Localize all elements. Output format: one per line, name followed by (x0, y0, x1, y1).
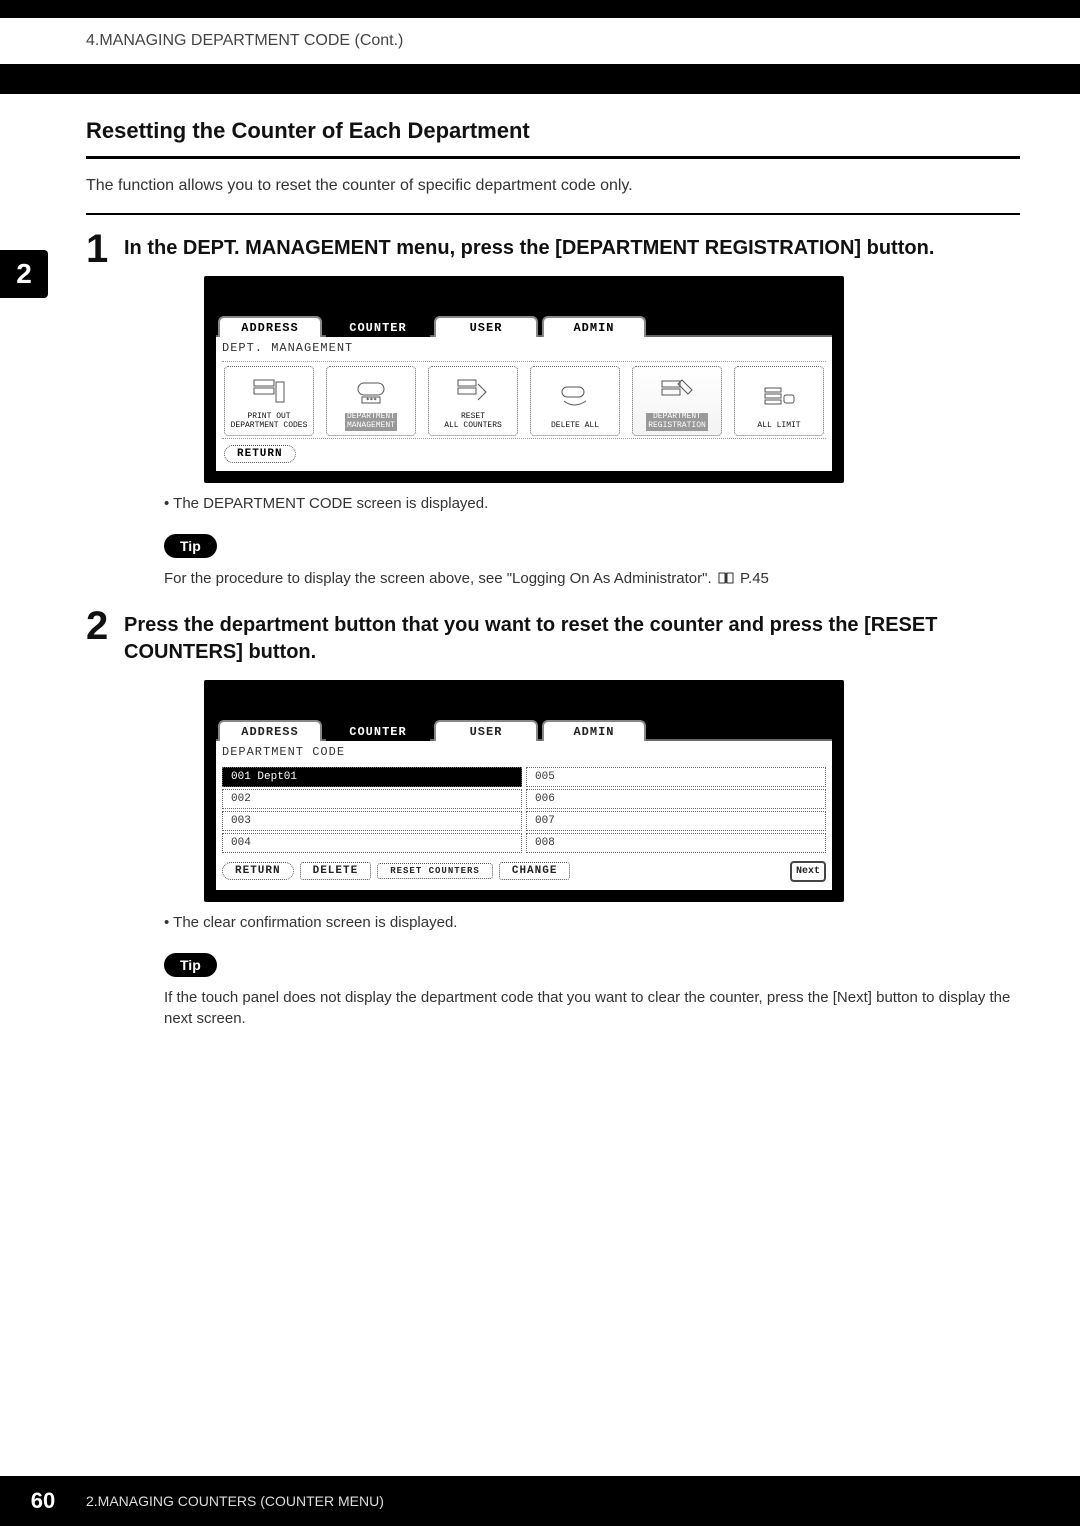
tip-text-1a: For the procedure to display the screen … (164, 570, 716, 587)
tab-address[interactable]: ADDRESS (218, 316, 322, 337)
dept-list: 001 Dept01 005 002 006 003 007 004 008 (222, 765, 826, 857)
btn-all-limit-label: ALL LIMIT (757, 422, 800, 431)
step-1-bullet: The DEPARTMENT CODE screen is displayed. (164, 495, 1020, 512)
register-icon (660, 371, 694, 413)
step-2-body: Press the department button that you wan… (124, 612, 1020, 1029)
content: Resetting the Counter of Each Department… (0, 94, 1080, 1029)
tab-address-2[interactable]: ADDRESS (218, 720, 322, 741)
btn-reset-all-label: RESET ALL COUNTERS (444, 413, 502, 431)
tab-admin[interactable]: ADMIN (542, 316, 646, 337)
tab-counter[interactable]: COUNTER (326, 316, 430, 337)
step-1-number: 1 (86, 229, 108, 269)
tab-row-2: ADDRESS COUNTER USER ADMIN (216, 720, 832, 741)
dept-003[interactable]: 003 (222, 811, 522, 831)
footer-text: 2.MANAGING COUNTERS (COUNTER MENU) (86, 1493, 384, 1509)
btn-print-out-codes[interactable]: PRINT OUT DEPARTMENT CODES (224, 366, 314, 436)
chapter-number: 2 (16, 258, 32, 290)
chapter-tab: 2 (0, 250, 48, 298)
btn-delete-all[interactable]: DELETE ALL (530, 366, 620, 436)
dept-008[interactable]: 008 (526, 833, 826, 853)
return-button-2[interactable]: RETURN (222, 862, 294, 880)
btn-dept-management[interactable]: *** DEPARTMENT MANAGEMENT (326, 366, 416, 436)
btn-reset-all-counters[interactable]: RESET ALL COUNTERS (428, 366, 518, 436)
book-icon (718, 569, 734, 590)
step-2-bullet: The clear confirmation screen is display… (164, 914, 1020, 931)
change-button[interactable]: CHANGE (499, 862, 571, 880)
icon-row: PRINT OUT DEPARTMENT CODES *** DEPARTMEN… (222, 361, 826, 439)
delete-button[interactable]: DELETE (300, 862, 372, 880)
header-region: 4.MANAGING DEPARTMENT CODE (Cont.) (0, 18, 1080, 64)
step-2: 2 Press the department button that you w… (86, 612, 1020, 1029)
pill-row: RETURN (222, 439, 826, 463)
header-band (0, 64, 1080, 94)
section-title: Resetting the Counter of Each Department (86, 118, 1020, 144)
dept-002[interactable]: 002 (222, 789, 522, 809)
bottom-controls: RETURN DELETE RESET COUNTERS CHANGE Next (222, 857, 826, 882)
step-2-number: 2 (86, 606, 108, 646)
next-button[interactable]: Next (790, 861, 826, 882)
step-2-heading: Press the department button that you wan… (124, 612, 1020, 666)
reset-icon (456, 371, 490, 413)
limit-icon (762, 371, 796, 422)
return-button[interactable]: RETURN (224, 445, 296, 463)
section-intro: The function allows you to reset the cou… (86, 177, 1020, 195)
panel-title-2: DEPARTMENT CODE (222, 745, 826, 759)
top-strip (0, 0, 1080, 18)
dept-001[interactable]: 001 Dept01 (222, 767, 522, 787)
page-number: 60 (0, 1488, 86, 1514)
dept-006[interactable]: 006 (526, 789, 826, 809)
breadcrumb: 4.MANAGING DEPARTMENT CODE (Cont.) (86, 32, 403, 49)
tip-text-1b: P.45 (740, 570, 769, 587)
footer: 60 2.MANAGING COUNTERS (COUNTER MENU) (0, 1476, 1080, 1526)
tab-admin-2[interactable]: ADMIN (542, 720, 646, 741)
screen-dept-code: ADDRESS COUNTER USER ADMIN DEPARTMENT CO… (204, 680, 844, 902)
btn-print-out-label: PRINT OUT DEPARTMENT CODES (231, 413, 308, 431)
btn-dept-registration-label: DEPARTMENT REGISTRATION (646, 413, 708, 431)
rule-thick (86, 156, 1020, 159)
btn-delete-all-label: DELETE ALL (551, 422, 599, 431)
btn-dept-registration[interactable]: DEPARTMENT REGISTRATION (632, 366, 722, 436)
panel-dept-mgmt: DEPT. MANAGEMENT PRINT OUT DEPARTMENT CO… (216, 335, 832, 471)
step-1-body: In the DEPT. MANAGEMENT menu, press the … (124, 235, 1020, 590)
btn-dept-management-label: DEPARTMENT MANAGEMENT (345, 413, 397, 431)
tip-text-2: If the touch panel does not display the … (164, 987, 1020, 1029)
rule-medium (86, 213, 1020, 215)
tip-badge-1: Tip (164, 534, 217, 558)
panel-dept-code: DEPARTMENT CODE 001 Dept01 005 002 006 0… (216, 739, 832, 890)
screen-dept-management: ADDRESS COUNTER USER ADMIN DEPT. MANAGEM… (204, 276, 844, 483)
step-1: 1 In the DEPT. MANAGEMENT menu, press th… (86, 235, 1020, 590)
tab-user[interactable]: USER (434, 316, 538, 337)
printer-icon (252, 371, 286, 413)
dept-007[interactable]: 007 (526, 811, 826, 831)
tab-user-2[interactable]: USER (434, 720, 538, 741)
step-1-heading: In the DEPT. MANAGEMENT menu, press the … (124, 235, 1020, 262)
btn-all-limit[interactable]: ALL LIMIT (734, 366, 824, 436)
panel-title: DEPT. MANAGEMENT (222, 341, 826, 355)
dept-005[interactable]: 005 (526, 767, 826, 787)
tip-text-1: For the procedure to display the screen … (164, 568, 1020, 590)
delete-icon (558, 371, 592, 422)
tip-badge-2: Tip (164, 953, 217, 977)
tab-counter-2[interactable]: COUNTER (326, 720, 430, 741)
dept-004[interactable]: 004 (222, 833, 522, 853)
reset-counters-button[interactable]: RESET COUNTERS (377, 863, 493, 879)
svg-text:***: *** (366, 397, 377, 404)
tab-row: ADDRESS COUNTER USER ADMIN (216, 316, 832, 337)
card-icon: *** (354, 371, 388, 413)
